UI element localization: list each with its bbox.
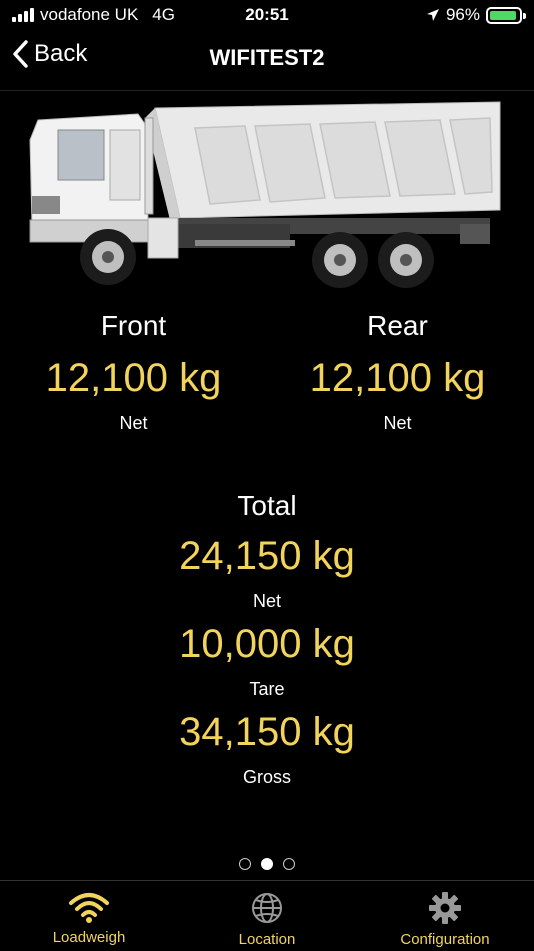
- wheel-front: [80, 229, 136, 285]
- globe-icon: [252, 893, 282, 923]
- tare-label: Tare: [249, 679, 285, 699]
- wheel-rear-1: [312, 232, 368, 288]
- navigation-bar: Back WIFITEST2: [0, 30, 534, 91]
- page-dot-3[interactable]: [283, 858, 295, 870]
- front-axle-panel: Front 12,100 kg Net: [0, 310, 267, 434]
- tab-location-label: Location: [238, 931, 296, 948]
- front-weight: 12,100 kg: [45, 356, 222, 400]
- status-bar: vodafone UK 4G 20:51 96%: [0, 0, 534, 30]
- total-net-weight: 24,150 kg: [179, 534, 355, 578]
- tab-loadweigh[interactable]: Loadweigh: [0, 881, 178, 951]
- total-panel: Total 24,150 kg Net 10,000 kg Tare 34,15…: [0, 490, 534, 788]
- rear-weight-type: Net: [383, 413, 412, 433]
- rear-weight: 12,100 kg: [309, 356, 486, 400]
- tab-loadweigh-label: Loadweigh: [52, 929, 126, 946]
- location-arrow-icon: [426, 9, 439, 21]
- wheel-rear-2: [378, 232, 434, 288]
- page-dot-2[interactable]: [261, 858, 273, 870]
- page-indicator[interactable]: [0, 858, 534, 870]
- total-label: Total: [237, 490, 297, 521]
- tare-weight: 10,000 kg: [179, 622, 355, 666]
- tab-bar: Loadweigh Location Configuration: [0, 880, 534, 951]
- page-title: WIFITEST2: [209, 45, 325, 70]
- tab-configuration[interactable]: Configuration: [356, 881, 534, 951]
- gross-label: Gross: [242, 767, 291, 787]
- truck-illustration: [29, 101, 501, 288]
- wifi-icon: [69, 893, 109, 923]
- status-right: 96%: [426, 5, 526, 25]
- battery-percent: 96%: [445, 5, 480, 24]
- gross-weight: 34,150 kg: [179, 710, 355, 754]
- rear-label: Rear: [367, 310, 428, 341]
- total-net-label: Net: [252, 591, 281, 611]
- rear-axle-panel: Rear 12,100 kg Net: [264, 310, 531, 434]
- battery-icon: [486, 6, 526, 24]
- tab-location[interactable]: Location: [178, 881, 356, 951]
- front-weight-type: Net: [119, 413, 148, 433]
- gear-icon: [429, 892, 461, 924]
- page-dot-1[interactable]: [239, 858, 251, 870]
- tab-configuration-label: Configuration: [400, 931, 490, 948]
- front-label: Front: [100, 310, 167, 341]
